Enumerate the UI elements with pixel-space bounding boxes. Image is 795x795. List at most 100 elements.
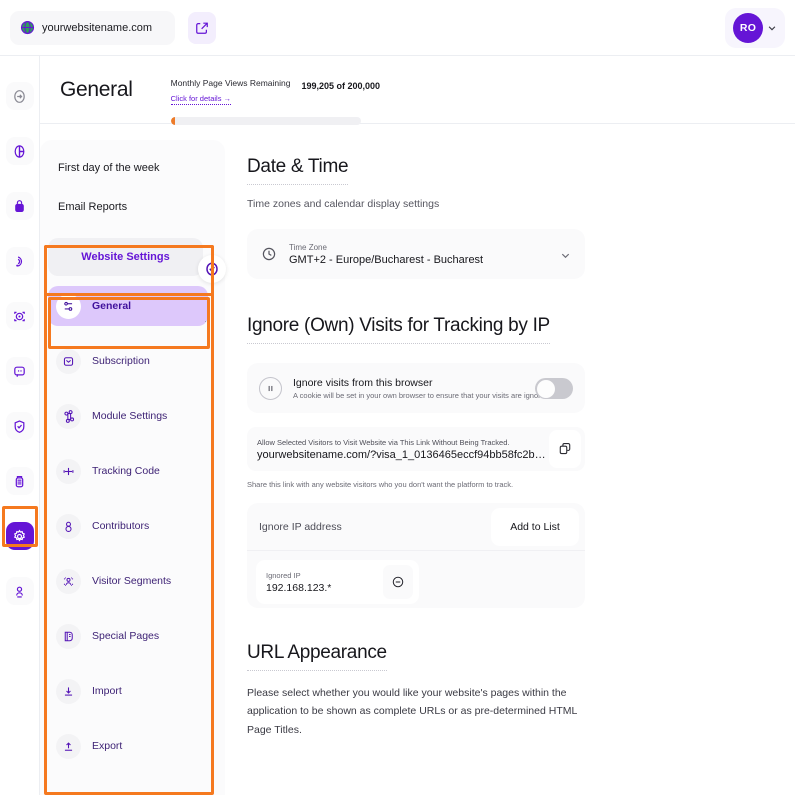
copy-link-button[interactable] (549, 430, 581, 468)
timezone-caption: Time Zone (289, 243, 571, 252)
ignore-ip-input[interactable]: Ignore IP address (259, 521, 491, 533)
toggle-knob (537, 380, 555, 398)
ignore-ip-heading: Ignore (Own) Visits for Tracking by IP (247, 315, 550, 344)
sidebar-item-subscription[interactable]: Subscription (48, 341, 208, 381)
ignored-ip-chip: Ignored IP 192.168.123.* (256, 560, 419, 604)
rail-item-realtime[interactable] (6, 247, 34, 275)
shopping-bag-icon (12, 199, 27, 214)
shield-check-icon (12, 419, 27, 434)
rail-item-analytics[interactable] (6, 137, 34, 165)
rail-item-settings[interactable] (6, 522, 34, 550)
open-external-button[interactable] (188, 12, 216, 44)
rail-item-dashboard[interactable] (6, 82, 34, 110)
pause-circle-icon (259, 377, 282, 400)
user-scan-icon (56, 569, 81, 594)
copy-icon (558, 442, 572, 456)
plus-code-icon (56, 459, 81, 484)
bypass-link-note: Share this link with any website visitor… (247, 480, 795, 489)
gear-icon (12, 529, 27, 544)
user-icon (56, 514, 81, 539)
site-selector[interactable]: yourwebsitename.com (10, 11, 175, 45)
chevron-down-icon (767, 23, 777, 33)
pie-chart-icon (12, 144, 27, 159)
ignore-browser-title: Ignore visits from this browser (293, 377, 551, 389)
pulse-icon (12, 254, 27, 269)
sidebar-item-tracking-code[interactable]: Tracking Code (48, 451, 208, 491)
rail-item-uptime[interactable] (6, 467, 34, 495)
rail-item-feedback[interactable] (6, 357, 34, 385)
settings-menu: General Subscription Module Settings (48, 286, 208, 781)
page-title: General (60, 78, 133, 102)
quota-widget: Monthly Page Views Remaining Click for d… (171, 78, 380, 125)
app-root: yourwebsitename.com RO (0, 0, 795, 795)
sidebar-label-special-pages: Special Pages (92, 630, 159, 642)
download-icon (56, 679, 81, 704)
ignored-ip-value: 192.168.123.* (266, 582, 383, 594)
sidebar-item-special-pages[interactable]: Special Pages (48, 616, 208, 656)
settings-sidebar: First day of the week Email Reports Webs… (40, 140, 225, 795)
sidebar-item-email-reports[interactable]: Email Reports (58, 201, 207, 213)
ignore-browser-row: Ignore visits from this browser A cookie… (247, 363, 585, 413)
sidebar-item-module-settings[interactable]: Module Settings (48, 396, 208, 436)
url-appearance-heading: URL Appearance (247, 642, 387, 671)
sidebar-item-contributors[interactable]: Contributors (48, 506, 208, 546)
sidebar-item-first-day[interactable]: First day of the week (58, 162, 207, 174)
sidebar-label-module-settings: Module Settings (92, 410, 167, 422)
sidebar-label-general: General (92, 300, 131, 312)
timezone-value: GMT+2 - Europe/Bucharest - Bucharest (289, 254, 571, 266)
sidebar-check-badge[interactable] (198, 255, 226, 283)
sidebar-label-import: Import (92, 685, 122, 697)
rail-item-goals[interactable] (6, 302, 34, 330)
chevron-down-icon (560, 250, 571, 261)
rail-item-visitors[interactable] (6, 577, 34, 605)
account-menu[interactable]: RO (725, 8, 785, 48)
sidebar-drag-handle[interactable]: ·· (204, 316, 212, 326)
target-icon (12, 309, 27, 324)
quota-progress-fill (171, 117, 175, 125)
envelope-check-icon (56, 349, 81, 374)
rail-item-ecommerce[interactable] (6, 192, 34, 220)
sidebar-item-export[interactable]: Export (48, 726, 208, 766)
user-location-icon (12, 584, 27, 599)
check-circle-icon (204, 261, 220, 277)
sidebar-item-visitor-segments[interactable]: Visitor Segments (48, 561, 208, 601)
sidebar-item-general[interactable]: General (48, 286, 208, 326)
command-icon (56, 404, 81, 429)
external-link-icon (195, 21, 209, 35)
timezone-select[interactable]: Time Zone GMT+2 - Europe/Bucharest - Buc… (247, 229, 585, 279)
sidebar-label-contributors: Contributors (92, 520, 149, 532)
quota-details-link[interactable]: Click for details → (171, 94, 231, 105)
minus-circle-icon (391, 575, 405, 589)
settings-content: Date & Time Time zones and calendar disp… (225, 124, 795, 795)
dashboard-icon (12, 89, 27, 104)
sidebar-item-import[interactable]: Import (48, 671, 208, 711)
remove-ip-button[interactable] (383, 565, 413, 599)
globe-icon (20, 20, 35, 35)
sidebar-label-tracking-code: Tracking Code (92, 465, 160, 477)
url-appearance-paragraph: Please select whether you would like you… (247, 684, 582, 739)
page-list-icon (56, 624, 81, 649)
ignored-ip-caption: Ignored IP (266, 571, 383, 580)
quota-count: 199,205 of 200,000 (301, 81, 380, 91)
bypass-link-value: yourwebsitename.com/?visa_1_0136465eccf9… (257, 449, 547, 461)
clock-icon (261, 246, 277, 262)
website-settings-label: Website Settings (81, 251, 169, 263)
date-time-heading: Date & Time (247, 156, 348, 185)
bypass-link-field[interactable]: Allow Selected Visitors to Visit Website… (247, 427, 585, 471)
sidebar-label-visitor-segments: Visitor Segments (92, 575, 171, 587)
battery-icon (12, 474, 27, 489)
sidebar-label-export: Export (92, 740, 122, 752)
ignore-browser-toggle[interactable] (535, 378, 573, 399)
rail-item-security[interactable] (6, 412, 34, 440)
ignore-browser-desc: A cookie will be set in your own browser… (293, 391, 551, 400)
date-time-subtitle: Time zones and calendar display settings (247, 198, 795, 210)
sliders-icon (56, 294, 81, 319)
quota-label: Monthly Page Views Remaining (171, 78, 291, 88)
avatar: RO (733, 13, 763, 43)
pause-glyph (266, 384, 275, 393)
sidebar-label-subscription: Subscription (92, 355, 150, 367)
website-settings-header[interactable]: Website Settings (48, 238, 203, 276)
top-bar: yourwebsitename.com RO (0, 0, 795, 56)
chat-icon (12, 364, 27, 379)
add-to-list-button[interactable]: Add to List (491, 508, 579, 546)
